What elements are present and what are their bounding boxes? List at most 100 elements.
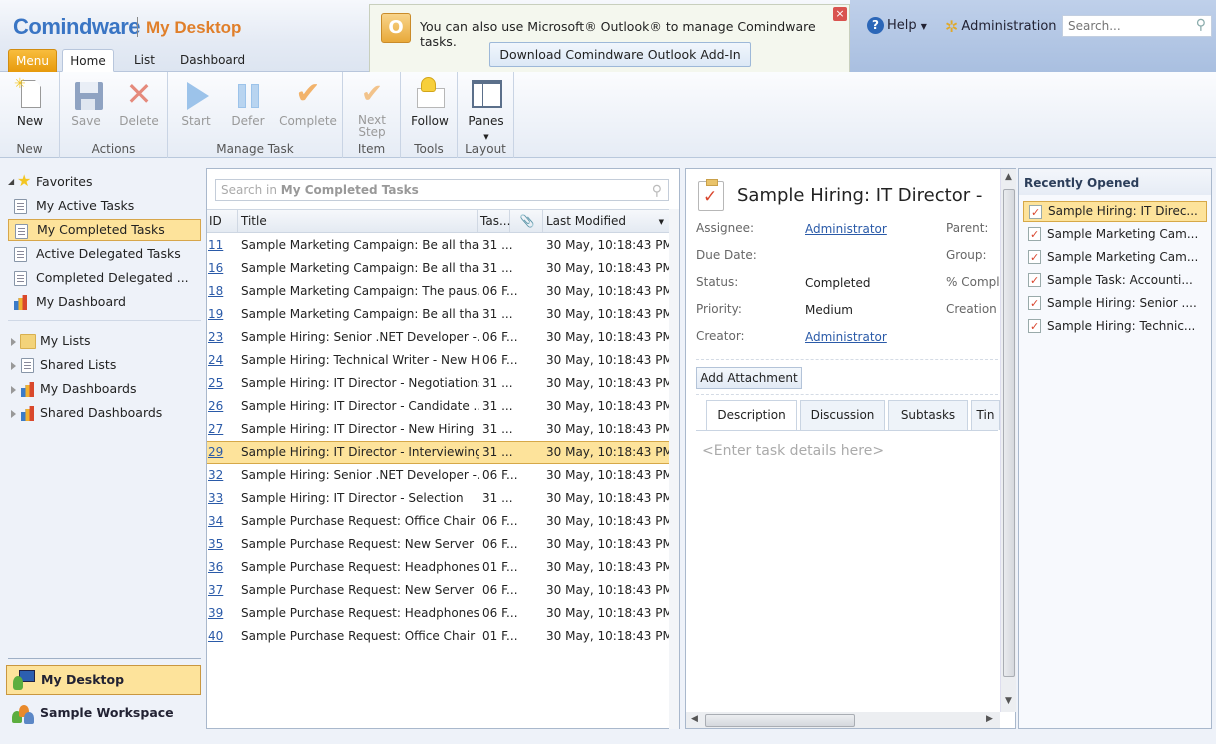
task-id-link[interactable]: 36: [208, 556, 236, 579]
task-id-link[interactable]: 16: [208, 257, 236, 280]
sidebar-item-my-active-tasks[interactable]: My Active Tasks: [8, 195, 201, 217]
new-button[interactable]: ✳ New: [10, 76, 50, 128]
scrollbar-thumb[interactable]: [1003, 189, 1015, 677]
workspace-sample-workspace[interactable]: Sample Workspace: [6, 699, 201, 729]
global-search-input[interactable]: [1063, 16, 1188, 36]
sidebar-item-my-dashboard[interactable]: My Dashboard: [8, 291, 201, 313]
task-id-link[interactable]: 39: [208, 602, 236, 625]
workspace-my-desktop[interactable]: My Desktop: [6, 665, 201, 695]
table-row[interactable]: 11 Sample Marketing Campaign: Be all tha.…: [207, 234, 669, 257]
sidebar-group-shared-lists[interactable]: Shared Lists: [8, 354, 201, 376]
scroll-right-icon[interactable]: ▶: [986, 714, 993, 724]
task-id-link[interactable]: 19: [208, 303, 236, 326]
follow-label: Follow: [411, 114, 449, 128]
complete-button[interactable]: ✔ Complete: [278, 76, 338, 128]
scroll-up-icon[interactable]: ▲: [1005, 172, 1012, 182]
column-header-task[interactable]: Tas...: [478, 210, 510, 232]
table-row[interactable]: 25 Sample Hiring: IT Director - Negotiati…: [207, 372, 669, 395]
recent-item[interactable]: Sample Hiring: Senior ....: [1023, 293, 1207, 314]
table-row[interactable]: 16 Sample Marketing Campaign: Be all tha.…: [207, 257, 669, 280]
table-row[interactable]: 34 Sample Purchase Request: Office Chair …: [207, 510, 669, 533]
table-row[interactable]: 24 Sample Hiring: Technical Writer - New …: [207, 349, 669, 372]
field-value-creator[interactable]: Administrator: [805, 330, 887, 344]
favorites-header[interactable]: ◢ ★ Favorites: [4, 171, 197, 193]
sidebar-item-active-delegated-tasks[interactable]: Active Delegated Tasks: [8, 243, 201, 265]
tab-home[interactable]: Home: [62, 49, 114, 72]
field-value-assignee[interactable]: Administrator: [805, 222, 887, 236]
description-placeholder[interactable]: <Enter task details here>: [702, 443, 884, 459]
task-id-link[interactable]: 27: [208, 418, 236, 441]
folder-list-icon: [20, 334, 36, 349]
table-row[interactable]: 36 Sample Purchase Request: Headphones...…: [207, 556, 669, 579]
follow-button[interactable]: Follow: [409, 76, 451, 128]
next-step-button[interactable]: ✔ Next Step: [351, 76, 393, 138]
administration-link[interactable]: ✲ Administration: [945, 17, 1057, 36]
scroll-down-icon[interactable]: ▼: [1005, 696, 1012, 706]
table-row[interactable]: 18 Sample Marketing Campaign: The paus...…: [207, 280, 669, 303]
download-outlook-addin-button[interactable]: Download Comindware Outlook Add-In: [489, 42, 751, 67]
table-row[interactable]: 23 Sample Hiring: Senior .NET Developer -…: [207, 326, 669, 349]
save-button[interactable]: Save: [66, 76, 106, 128]
task-id-link[interactable]: 24: [208, 349, 236, 372]
help-menu[interactable]: ? Help ▼: [867, 17, 927, 34]
recent-item[interactable]: Sample Task: Accounti...: [1023, 270, 1207, 291]
scrollbar-thumb[interactable]: [705, 714, 855, 727]
detail-horizontal-scrollbar[interactable]: ◀ ▶: [686, 712, 1000, 728]
tab-subtasks[interactable]: Subtasks: [888, 400, 968, 430]
search-icon[interactable]: ⚲: [652, 181, 662, 201]
task-id-link[interactable]: 40: [208, 625, 236, 648]
list-search-input[interactable]: Search in My Completed Tasks ⚲: [215, 179, 669, 201]
add-attachment-button[interactable]: Add Attachment: [696, 367, 802, 389]
table-row[interactable]: 33 Sample Hiring: IT Director - Selection…: [207, 487, 669, 510]
tab-timeline[interactable]: Tin: [971, 400, 1000, 430]
sidebar-item-my-completed-tasks[interactable]: My Completed Tasks: [8, 219, 201, 241]
task-id-link[interactable]: 18: [208, 280, 236, 303]
tab-dashboard[interactable]: Dashboard: [170, 49, 255, 72]
task-id-link[interactable]: 35: [208, 533, 236, 556]
table-row[interactable]: 19 Sample Marketing Campaign: Be all tha.…: [207, 303, 669, 326]
recent-item[interactable]: Sample Marketing Cam...: [1023, 224, 1207, 245]
task-id-link[interactable]: 33: [208, 487, 236, 510]
sidebar-group-my-dashboards[interactable]: My Dashboards: [8, 378, 201, 400]
task-id-link[interactable]: 29: [208, 442, 236, 463]
delete-button[interactable]: ✕ Delete: [116, 76, 162, 128]
table-row[interactable]: 39 Sample Purchase Request: Headphones...…: [207, 602, 669, 625]
tab-description[interactable]: Description: [706, 400, 797, 431]
tab-list[interactable]: List: [124, 49, 165, 72]
defer-button[interactable]: Defer: [226, 76, 270, 128]
table-row[interactable]: 29 Sample Hiring: IT Director - Interview…: [207, 441, 669, 464]
tab-menu[interactable]: Menu: [8, 49, 57, 72]
task-id-link[interactable]: 23: [208, 326, 236, 349]
scroll-left-icon[interactable]: ◀: [691, 714, 698, 724]
recent-item[interactable]: Sample Marketing Cam...: [1023, 247, 1207, 268]
sidebar-group-shared-dashboards[interactable]: Shared Dashboards: [8, 402, 201, 424]
table-row[interactable]: 32 Sample Hiring: Senior .NET Developer -…: [207, 464, 669, 487]
table-row[interactable]: 26 Sample Hiring: IT Director - Candidate…: [207, 395, 669, 418]
close-icon[interactable]: ×: [833, 7, 847, 21]
table-row[interactable]: 27 Sample Hiring: IT Director - New Hirin…: [207, 418, 669, 441]
task-id-link[interactable]: 26: [208, 395, 236, 418]
sidebar-item-completed-delegated-tasks[interactable]: Completed Delegated ...: [8, 267, 201, 289]
sidebar-group-my-lists[interactable]: My Lists: [8, 330, 201, 352]
task-id-link[interactable]: 37: [208, 579, 236, 602]
task-id-link[interactable]: 32: [208, 464, 236, 487]
table-row[interactable]: 35 Sample Purchase Request: New Server ..…: [207, 533, 669, 556]
column-header-title[interactable]: Title: [238, 210, 478, 232]
column-header-last-modified[interactable]: Last Modified ▼: [543, 210, 669, 232]
detail-vertical-scrollbar[interactable]: ▲ ▼: [1000, 169, 1016, 712]
table-row[interactable]: 40 Sample Purchase Request: Office Chair …: [207, 625, 669, 648]
task-id-link[interactable]: 34: [208, 510, 236, 533]
task-id-link[interactable]: 25: [208, 372, 236, 395]
panes-button[interactable]: Panes ▼: [466, 76, 506, 142]
task-id-link[interactable]: 11: [208, 234, 236, 257]
tab-discussion[interactable]: Discussion: [800, 400, 885, 430]
recent-item[interactable]: Sample Hiring: Technic...: [1023, 316, 1207, 337]
search-icon[interactable]: ⚲: [1196, 17, 1206, 33]
table-row[interactable]: 37 Sample Purchase Request: New Server ..…: [207, 579, 669, 602]
recent-item[interactable]: Sample Hiring: IT Direc...: [1023, 201, 1207, 222]
start-button[interactable]: Start: [176, 76, 216, 128]
expand-triangle-icon: [11, 338, 16, 346]
column-header-id[interactable]: ID: [207, 210, 238, 232]
column-header-attachment[interactable]: 📎: [510, 210, 543, 232]
list-scrollbar[interactable]: [669, 209, 679, 729]
